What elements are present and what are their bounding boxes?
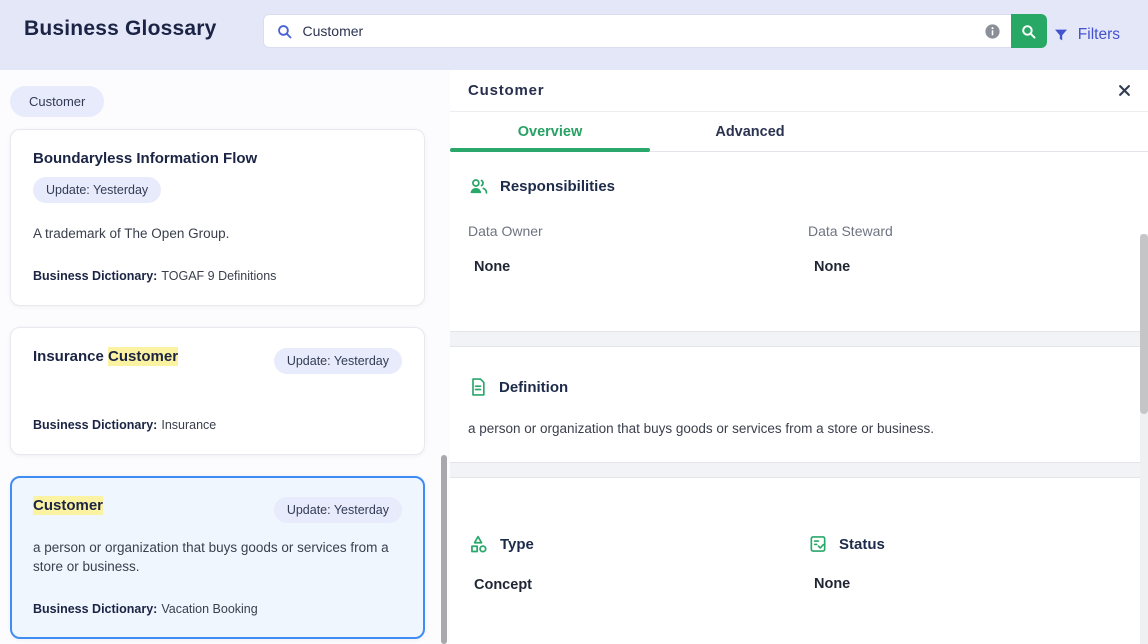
field-type: Type Concept (468, 534, 808, 593)
type-heading-row: Type (468, 534, 808, 555)
status-heading: Status (839, 536, 885, 553)
field-status: Status None (808, 534, 1130, 593)
dictionary-value: TOGAF 9 Definitions (161, 269, 276, 283)
app-header: Business Glossary (0, 0, 1148, 70)
definition-heading: Definition (499, 379, 568, 396)
detail-scrollbar-track[interactable] (1140, 234, 1148, 644)
field-data-owner: Data Owner None (468, 197, 808, 275)
search-term-highlight: Customer (33, 496, 103, 515)
dictionary-value: Insurance (161, 418, 216, 432)
tab-advanced[interactable]: Advanced (650, 112, 850, 151)
search-group (263, 14, 1047, 48)
detail-header: Customer (450, 70, 1148, 112)
info-icon[interactable] (984, 23, 1001, 40)
search-term-highlight: Customer (108, 347, 178, 366)
tab-overview[interactable]: Overview (450, 112, 650, 151)
update-badge: Update: Yesterday (33, 177, 161, 203)
search-input[interactable] (303, 23, 984, 39)
responsibilities-heading: Responsibilities (500, 178, 615, 195)
search-submit-icon (1020, 23, 1037, 40)
update-badge: Update: Yesterday (274, 497, 402, 523)
glossary-card-boundaryless-information-flow[interactable]: Boundaryless Information Flow Update: Ye… (10, 129, 425, 306)
close-icon (1117, 83, 1132, 98)
type-value: Concept (468, 577, 808, 593)
results-scrollbar[interactable] (441, 455, 447, 644)
definition-section: Definition a person or organization that… (450, 346, 1148, 463)
card-title: Customer (33, 497, 103, 514)
responsibilities-heading-row: Responsibilities (468, 176, 1130, 197)
detail-tabs: Overview Advanced (450, 112, 1148, 152)
definition-text: a person or organization that buys goods… (468, 421, 1130, 436)
page-title: Business Glossary (24, 17, 217, 41)
responsibilities-section: Responsibilities Data Owner None Data St… (450, 152, 1148, 332)
attributes-section: Type Concept S (450, 477, 1148, 644)
card-title-row: Customer Update: Yesterday (33, 497, 402, 523)
field-value: None (808, 259, 1130, 275)
status-value: None (808, 576, 1130, 592)
type-heading: Type (500, 536, 534, 553)
dictionary-value: Vacation Booking (161, 602, 257, 616)
attributes-grid: Type Concept S (468, 534, 1130, 593)
dictionary-label: Business Dictionary: (33, 269, 157, 283)
detail-panel: Customer Overview Advanced (450, 70, 1148, 644)
detail-scrollbar-thumb[interactable] (1140, 234, 1148, 414)
detail-title: Customer (468, 82, 544, 99)
document-icon (468, 377, 488, 397)
status-heading-row: Status (808, 534, 1130, 554)
filters-label: Filters (1078, 26, 1120, 44)
field-label: Data Owner (468, 223, 808, 239)
card-description: A trademark of The Open Group. (33, 224, 402, 244)
card-description: a person or organization that buys goods… (33, 538, 402, 577)
close-button[interactable] (1115, 81, 1134, 100)
card-dictionary: Business Dictionary: TOGAF 9 Definitions (33, 269, 402, 283)
card-dictionary: Business Dictionary: Insurance (33, 418, 402, 432)
shapes-icon (468, 534, 489, 555)
search-submit-button[interactable] (1011, 14, 1047, 48)
people-icon (468, 176, 489, 197)
checklist-icon (808, 534, 828, 554)
update-badge: Update: Yesterday (274, 348, 402, 374)
glossary-card-insurance-customer[interactable]: Insurance Customer Update: Yesterday Bus… (10, 327, 425, 455)
filter-funnel-icon (1053, 27, 1069, 43)
search-icon (276, 23, 293, 40)
results-panel: Customer Boundaryless Information Flow U… (0, 70, 450, 644)
definition-heading-row: Definition (468, 377, 1130, 397)
card-dictionary: Business Dictionary: Vacation Booking (33, 602, 402, 616)
dictionary-label: Business Dictionary: (33, 602, 157, 616)
card-title: Insurance Customer (33, 348, 178, 365)
dictionary-label: Business Dictionary: (33, 418, 157, 432)
responsibilities-fields: Data Owner None Data Steward None (468, 197, 1130, 275)
detail-content: Responsibilities Data Owner None Data St… (450, 152, 1148, 644)
filters-button[interactable]: Filters (1047, 22, 1126, 48)
active-filter-chip[interactable]: Customer (10, 86, 104, 117)
card-title-row: Insurance Customer Update: Yesterday (33, 348, 402, 374)
search-box[interactable] (263, 14, 1011, 48)
field-value: None (468, 259, 808, 275)
field-label: Data Steward (808, 223, 1130, 239)
card-title: Boundaryless Information Flow (33, 150, 402, 167)
glossary-card-customer[interactable]: Customer Update: Yesterday a person or o… (10, 476, 425, 639)
field-data-steward: Data Steward None (808, 197, 1130, 275)
